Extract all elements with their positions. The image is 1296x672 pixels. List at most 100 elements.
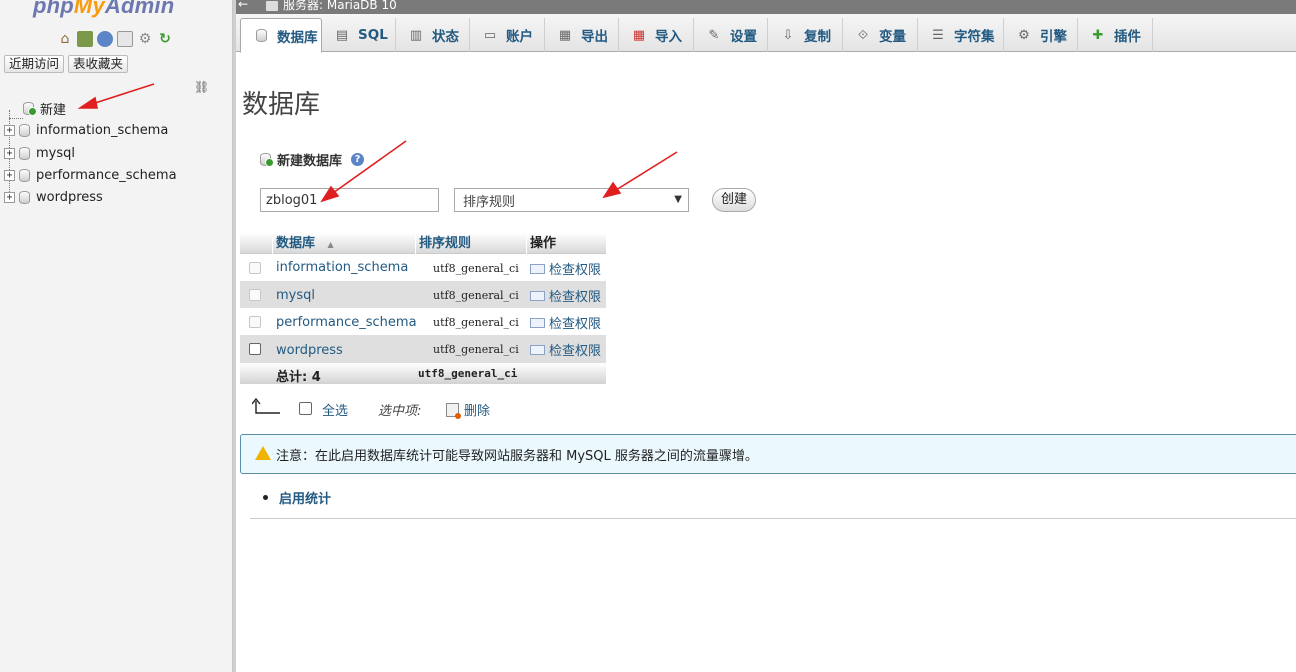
panel-resizer[interactable]	[233, 0, 236, 672]
tab-sql[interactable]: ▤ SQL	[322, 18, 396, 52]
select-all-checkbox[interactable]	[299, 402, 312, 415]
navigation-panel: phpMyAdmin ⌂ ⚙ ↻ 近期访问 表收藏夹 ⛓ 新建 + inform…	[0, 0, 233, 672]
expand-icon[interactable]: +	[4, 124, 15, 136]
enable-statistics-link[interactable]: 启用统计	[263, 488, 331, 507]
tab-export[interactable]: ▦ 导出	[545, 18, 619, 52]
help-icon[interactable]: ?	[351, 153, 365, 166]
replication-icon: ⇩	[782, 27, 794, 43]
page-title: 数据库	[242, 90, 321, 120]
recent-tables-button[interactable]: 近期访问	[4, 55, 65, 73]
check-privileges-link[interactable]: 检查权限	[530, 340, 601, 359]
privileges-icon	[530, 344, 545, 355]
table-footer: 总计: 4 utf8_general_ci	[240, 363, 606, 385]
column-header-database[interactable]: 数据库 ▲	[276, 233, 334, 254]
collation-value: utf8_general_ci	[433, 316, 519, 329]
sort-ascending-icon: ▲	[327, 240, 334, 249]
database-icon	[253, 28, 269, 44]
tab-status[interactable]: ▥ 状态	[396, 18, 470, 52]
row-checkbox[interactable]	[249, 262, 261, 274]
link-icon[interactable]: ⛓	[194, 80, 209, 94]
row-checkbox[interactable]	[249, 343, 261, 355]
tree-item-label: wordpress	[36, 189, 103, 205]
column-header-action: 操作	[530, 236, 557, 251]
server-breadcrumb-bar: ← 服务器: MariaDB 10	[236, 0, 1296, 14]
home-icon[interactable]: ⌂	[57, 31, 73, 47]
sql-icon: ▤	[335, 27, 349, 43]
divider	[250, 518, 1296, 519]
database-name-link[interactable]: wordpress	[276, 343, 343, 358]
database-name-link[interactable]: information_schema	[276, 260, 408, 275]
tree-item-information-schema[interactable]: + information_schema	[4, 121, 168, 139]
collation-select[interactable]: 排序规则 ▼	[454, 188, 689, 212]
engines-icon: ⚙	[1018, 27, 1030, 43]
reload-icon[interactable]: ↻	[157, 31, 173, 47]
export-icon: ▦	[558, 27, 572, 43]
column-divider	[415, 233, 416, 254]
tree-item-new[interactable]: 新建	[23, 99, 66, 118]
expand-icon[interactable]: +	[4, 147, 15, 159]
database-name-link[interactable]: mysql	[276, 288, 315, 303]
select-all-label[interactable]: 全选	[322, 400, 348, 419]
with-selected-label: 选中项:	[378, 404, 422, 419]
privileges-icon	[530, 263, 545, 274]
new-database-icon	[260, 153, 274, 167]
database-name-input[interactable]	[260, 188, 439, 212]
server-breadcrumb[interactable]: 服务器: MariaDB 10	[283, 0, 397, 11]
row-checkbox[interactable]	[249, 289, 261, 301]
expand-icon[interactable]: +	[4, 191, 15, 203]
new-database-icon	[23, 101, 37, 116]
check-privileges-link[interactable]: 检查权限	[530, 286, 601, 305]
create-database-heading: 新建数据库 ?	[260, 150, 365, 169]
footer-collation: utf8_general_ci	[418, 367, 518, 380]
tab-engines[interactable]: ⚙ 引擎	[1004, 18, 1078, 52]
database-name-link[interactable]: performance_schema	[276, 315, 417, 330]
collation-select-value: 排序规则	[463, 194, 516, 210]
tab-databases[interactable]: 数据库	[240, 18, 322, 53]
total-count: 总计: 4	[276, 370, 321, 385]
puzzle-icon: ✚	[1092, 27, 1104, 43]
collapse-arrow-icon[interactable]: ←	[238, 0, 254, 10]
server-icon	[266, 1, 278, 11]
tree-item-mysql[interactable]: + mysql	[4, 144, 75, 162]
table-header: 数据库 ▲ 排序规则 操作	[240, 233, 606, 254]
status-icon: ▥	[409, 27, 423, 43]
check-privileges-link[interactable]: 检查权限	[530, 259, 601, 278]
privileges-icon	[530, 290, 545, 301]
check-privileges-link[interactable]: 检查权限	[530, 313, 601, 332]
column-header-collation[interactable]: 排序规则	[419, 233, 471, 254]
create-button[interactable]: 创建	[712, 188, 756, 212]
tab-accounts[interactable]: ▭ 账户	[470, 18, 545, 52]
favorite-tables-button[interactable]: 表收藏夹	[68, 55, 129, 73]
gear-icon[interactable]: ⚙	[137, 31, 153, 47]
tab-import[interactable]: ▦ 导入	[619, 18, 694, 52]
warning-icon	[255, 446, 271, 460]
tab-replication[interactable]: ⇩ 复制	[768, 18, 843, 52]
tab-settings[interactable]: ✎ 设置	[694, 18, 768, 52]
expand-icon[interactable]: +	[4, 169, 15, 181]
annotation-arrow	[615, 151, 678, 191]
docs-icon[interactable]	[117, 31, 133, 47]
table-row: information_schema utf8_general_ci 检查权限	[240, 254, 606, 281]
database-icon	[19, 146, 30, 160]
privileges-icon	[530, 317, 545, 328]
delete-button[interactable]: 删除	[446, 400, 490, 419]
charset-icon: ☰	[932, 27, 944, 43]
table-row: wordpress utf8_general_ci 检查权限	[240, 335, 606, 363]
phpmyadmin-logo[interactable]: phpMyAdmin	[33, 0, 174, 19]
tab-plugins[interactable]: ✚ 插件	[1078, 18, 1153, 52]
collation-value: utf8_general_ci	[433, 262, 519, 275]
variables-icon: ⟐	[857, 27, 869, 43]
tab-variables[interactable]: ⟐ 变量	[843, 18, 918, 52]
tree-item-performance-schema[interactable]: + performance_schema	[4, 166, 177, 184]
notice-text: 注意：在此启用数据库统计可能导致网站服务器和 MySQL 服务器之间的流量骤增。	[276, 448, 758, 464]
logout-icon[interactable]	[77, 31, 93, 47]
tab-charsets[interactable]: ☰ 字符集	[918, 18, 1004, 52]
tree-item-wordpress[interactable]: + wordpress	[4, 188, 103, 206]
collation-value: utf8_general_ci	[433, 289, 519, 302]
table-row: performance_schema utf8_general_ci 检查权限	[240, 308, 606, 335]
column-divider	[526, 233, 527, 254]
row-checkbox[interactable]	[249, 316, 261, 328]
database-icon	[19, 123, 30, 137]
help-icon[interactable]	[97, 31, 113, 47]
import-icon: ▦	[632, 27, 646, 43]
